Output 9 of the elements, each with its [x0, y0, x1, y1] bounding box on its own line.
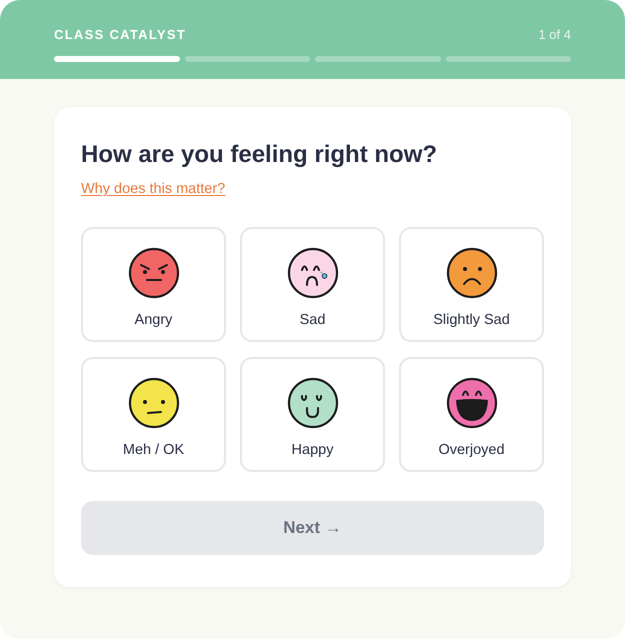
- brand-name: CLASS CATALYST: [54, 26, 186, 44]
- mood-option[interactable]: Slightly Sad: [399, 227, 544, 342]
- mood-option[interactable]: Sad: [240, 227, 385, 342]
- mood-option[interactable]: Happy: [240, 357, 385, 472]
- question-title: How are you feeling right now?: [81, 140, 438, 170]
- mood-option[interactable]: Overjoyed: [399, 357, 544, 472]
- mood-option[interactable]: Angry: [81, 227, 226, 342]
- mood-option[interactable]: Meh / OK: [81, 357, 226, 472]
- step-counter: 1 of 4: [538, 26, 571, 44]
